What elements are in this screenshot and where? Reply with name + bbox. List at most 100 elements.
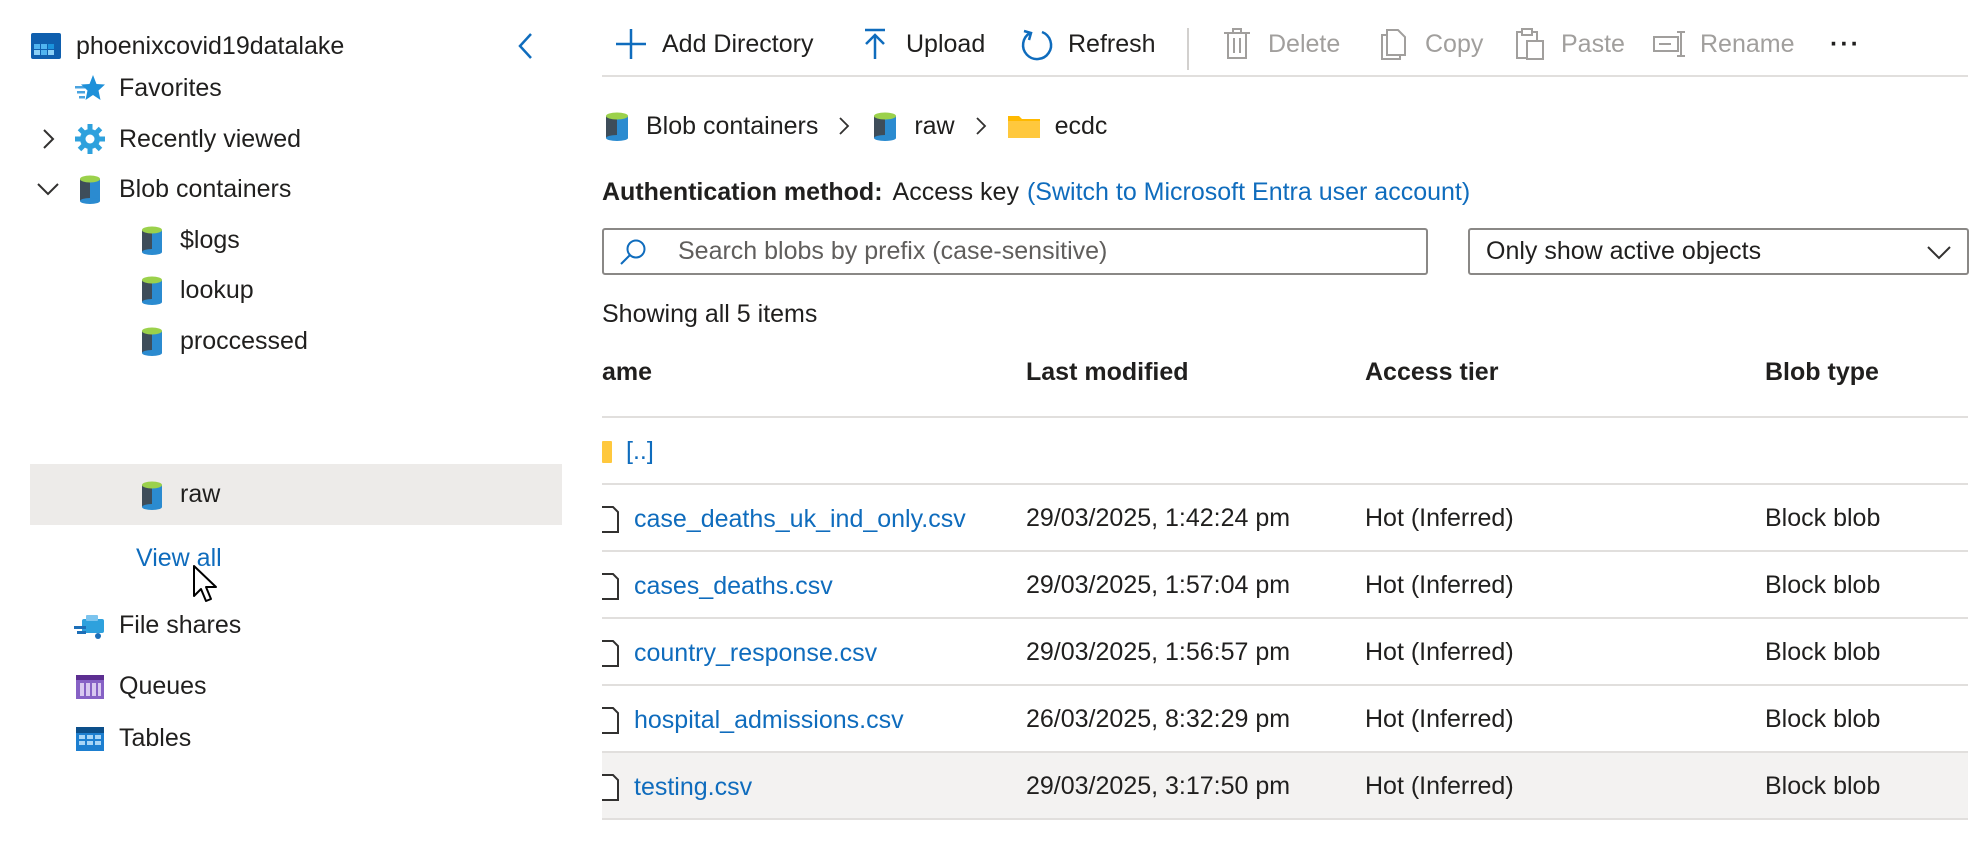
blob-name: hospital_admissions.csv xyxy=(634,705,904,734)
folder-icon xyxy=(602,440,612,463)
chevron-right-icon[interactable] xyxy=(36,127,60,151)
command-toolbar: Add Directory Upload Refresh Delete Copy… xyxy=(602,0,1968,77)
refresh-button[interactable]: Refresh xyxy=(1020,22,1156,66)
paste-icon xyxy=(1516,28,1544,60)
tree-item-file-shares[interactable]: File shares xyxy=(30,594,562,656)
tree-label-container: raw xyxy=(180,480,221,508)
blob-access-tier: Hot (Inferred) xyxy=(1365,504,1514,532)
blob-name: testing.csv xyxy=(634,772,753,801)
tree-label-recently-viewed: Recently viewed xyxy=(119,124,302,153)
tree-item-tables[interactable]: Tables xyxy=(30,707,562,769)
auth-method-label: Authentication method: xyxy=(602,178,883,206)
add-directory-button[interactable]: Add Directory xyxy=(614,22,813,66)
container-icon xyxy=(142,276,162,305)
breadcrumb-chevron-right-icon xyxy=(839,117,850,135)
file-icon xyxy=(602,506,619,533)
authentication-method: Authentication method: Access key (Switch … xyxy=(602,178,1470,207)
blob-access-tier: Hot (Inferred) xyxy=(1365,638,1514,666)
tree-item-container-proccessed[interactable]: proccessed xyxy=(30,310,562,372)
rename-label: Rename xyxy=(1700,29,1795,58)
trash-icon xyxy=(1224,28,1250,59)
tree-label-container: $logs xyxy=(180,225,240,254)
blob-type: Block blob xyxy=(1765,638,1881,666)
breadcrumb-chevron-right-icon xyxy=(975,117,986,135)
refresh-label: Refresh xyxy=(1068,29,1156,58)
table-row[interactable]: country_response.csv 29/03/2025, 1:56:57… xyxy=(602,619,1968,686)
upload-arrow-icon xyxy=(865,28,885,59)
filter-selected-value: Only show active objects xyxy=(1486,237,1762,265)
column-header-access-tier[interactable]: Access tier xyxy=(1365,358,1498,387)
search-blobs-input[interactable] xyxy=(678,237,1418,266)
blob-access-tier: Hot (Inferred) xyxy=(1365,772,1514,800)
paste-label: Paste xyxy=(1561,29,1625,58)
tree-label-file-shares: File shares xyxy=(119,610,242,639)
tree-label-container: lookup xyxy=(180,275,254,304)
copy-button[interactable]: Copy xyxy=(1377,22,1483,66)
tree-label-favorites: Favorites xyxy=(119,73,222,102)
switch-auth-link[interactable]: (Switch to Microsoft Entra user account) xyxy=(1027,178,1470,206)
parent-directory-link[interactable]: [..] xyxy=(602,437,654,466)
delete-label: Delete xyxy=(1268,29,1341,58)
queues-icon xyxy=(76,675,104,699)
blob-access-tier: Hot (Inferred) xyxy=(1365,705,1514,733)
container-icon xyxy=(874,112,897,141)
blob-name: case_deaths_uk_ind_only.csv xyxy=(634,504,966,533)
active-objects-filter-dropdown[interactable]: Only show active objects xyxy=(1468,228,1969,275)
table-row[interactable]: testing.csv 29/03/2025, 3:17:50 pm Hot (… xyxy=(602,753,1968,820)
blob-name: country_response.csv xyxy=(634,638,878,667)
parent-directory-label: [..] xyxy=(626,437,654,465)
blob-name-link[interactable]: hospital_admissions.csv xyxy=(602,705,904,735)
table-row[interactable]: cases_deaths.csv 29/03/2025, 1:57:04 pm … xyxy=(602,552,1968,619)
file-shares-icon xyxy=(74,615,104,639)
copy-icon xyxy=(1381,29,1406,60)
more-actions-ellipsis-button[interactable]: ··· xyxy=(1830,22,1861,66)
column-header-name[interactable]: ame xyxy=(602,358,652,387)
tree-label-queues: Queues xyxy=(119,671,207,700)
table-row[interactable]: case_deaths_uk_ind_only.csv 29/03/2025, … xyxy=(602,485,1968,552)
tree-label-blob-containers: Blob containers xyxy=(119,174,292,203)
chevron-down-icon[interactable] xyxy=(36,177,60,201)
breadcrumb-item-raw[interactable]: raw xyxy=(870,110,955,142)
breadcrumb-label: Blob containers xyxy=(646,111,819,140)
container-icon xyxy=(142,327,162,356)
column-header-last-modified[interactable]: Last modified xyxy=(1026,358,1189,387)
delete-button[interactable]: Delete xyxy=(1220,22,1340,66)
table-row-parent-directory[interactable]: [..] xyxy=(602,418,1968,485)
blob-last-modified: 29/03/2025, 1:42:24 pm xyxy=(1026,504,1291,532)
toolbar-divider xyxy=(1187,28,1189,70)
breadcrumb-item-blob-containers[interactable]: Blob containers xyxy=(602,110,818,142)
table-row[interactable]: hospital_admissions.csv 26/03/2025, 8:32… xyxy=(602,686,1968,753)
tree-label-container: proccessed xyxy=(180,326,308,355)
blob-list-table: ame Last modified Access tier Blob type … xyxy=(602,340,1968,820)
plus-icon xyxy=(616,29,646,59)
paste-button[interactable]: Paste xyxy=(1513,22,1625,66)
blob-name-link[interactable]: country_response.csv xyxy=(602,638,877,668)
item-count-text: Showing all 5 items xyxy=(602,300,818,328)
blob-name-link[interactable]: cases_deaths.csv xyxy=(602,571,833,601)
blob-name-link[interactable]: testing.csv xyxy=(602,772,752,802)
rename-button[interactable]: Rename xyxy=(1652,22,1795,66)
copy-label: Copy xyxy=(1425,29,1484,58)
blob-type: Block blob xyxy=(1765,705,1881,733)
chevron-down-icon xyxy=(1927,245,1951,259)
blob-container-icon xyxy=(606,112,628,141)
file-icon xyxy=(602,707,619,734)
file-icon xyxy=(602,573,619,600)
add-directory-label: Add Directory xyxy=(662,29,814,58)
tree-item-container-raw[interactable]: raw xyxy=(30,464,562,525)
file-icon xyxy=(602,640,619,667)
search-box xyxy=(602,228,1428,275)
breadcrumb-label: ecdc xyxy=(1054,111,1108,140)
container-icon xyxy=(142,481,162,510)
breadcrumb-item-ecdc[interactable]: ecdc xyxy=(1007,110,1108,142)
blob-name-link[interactable]: case_deaths_uk_ind_only.csv xyxy=(602,504,966,534)
rename-icon xyxy=(1653,31,1685,57)
favorites-star-icon xyxy=(75,75,105,100)
search-icon xyxy=(620,239,646,265)
upload-button[interactable]: Upload xyxy=(858,22,985,66)
container-icon xyxy=(142,226,162,255)
blob-type: Block blob xyxy=(1765,571,1881,599)
column-header-blob-type[interactable]: Blob type xyxy=(1765,358,1879,387)
upload-label: Upload xyxy=(906,29,986,58)
tree-label-tables: Tables xyxy=(119,723,192,752)
